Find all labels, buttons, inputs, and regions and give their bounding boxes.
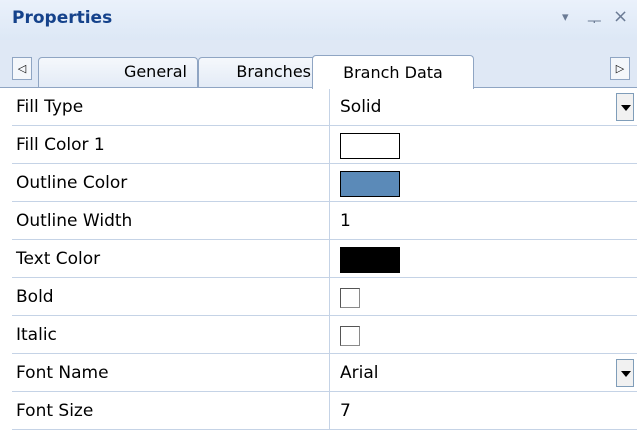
checkbox-bold[interactable]	[340, 288, 360, 308]
scroll-left-button[interactable]: ◁	[12, 57, 32, 80]
property-value-text-outline-width[interactable]: 1	[340, 202, 351, 240]
property-name-outline-color[interactable]: Outline Color	[12, 164, 330, 202]
close-icon[interactable]: ×	[613, 6, 628, 27]
property-name-bold[interactable]: Bold	[12, 278, 330, 316]
property-row-bold[interactable]: Bold	[12, 278, 637, 316]
property-name-font-size[interactable]: Font Size	[12, 392, 330, 430]
property-name-fill-color-1[interactable]: Fill Color 1	[12, 126, 330, 164]
property-value-font-name[interactable]: Arial	[330, 354, 637, 392]
chevron-down-icon[interactable]	[616, 359, 634, 387]
property-row-font-size[interactable]: Font Size 7	[12, 392, 637, 430]
property-value-outline-width[interactable]: 1	[330, 202, 637, 240]
tab-strip: ◁ General Branches Branch Data ▷	[0, 40, 637, 89]
property-value-outline-color[interactable]	[330, 164, 637, 202]
color-swatch-text-color[interactable]	[340, 247, 400, 273]
property-row-italic[interactable]: Italic	[12, 316, 637, 354]
pin-icon[interactable]: ᅮ	[587, 8, 602, 32]
property-name-italic[interactable]: Italic	[12, 316, 330, 354]
property-row-fill-color-1[interactable]: Fill Color 1	[12, 126, 637, 164]
property-name-outline-width[interactable]: Outline Width	[12, 202, 330, 240]
property-value-bold[interactable]	[330, 278, 637, 316]
tab-branch-data[interactable]: Branch Data	[312, 55, 474, 89]
property-row-font-name[interactable]: Font Name Arial	[12, 354, 637, 392]
panel-title-bar: Properties ▾ ᅮ ×	[0, 0, 637, 40]
property-name-fill-type[interactable]: Fill Type	[12, 88, 330, 126]
property-value-text-font-size[interactable]: 7	[340, 392, 351, 430]
property-name-text-color[interactable]: Text Color	[12, 240, 330, 278]
property-row-outline-color[interactable]: Outline Color	[12, 164, 637, 202]
chevron-down-icon[interactable]	[616, 93, 634, 121]
tab-general[interactable]: General	[38, 57, 198, 87]
property-value-text-font-name[interactable]: Arial	[340, 354, 378, 392]
property-value-italic[interactable]	[330, 316, 637, 354]
color-swatch-fill-color-1[interactable]	[340, 133, 400, 159]
property-value-fill-type[interactable]: Solid	[330, 88, 637, 126]
property-value-fill-color-1[interactable]	[330, 126, 637, 164]
property-value-font-size[interactable]: 7	[330, 392, 637, 430]
property-value-text-color[interactable]	[330, 240, 637, 278]
property-row-fill-type[interactable]: Fill Type Solid	[12, 88, 637, 126]
property-row-text-color[interactable]: Text Color	[12, 240, 637, 278]
checkbox-italic[interactable]	[340, 326, 360, 346]
properties-panel: Properties ▾ ᅮ × ◁ General Branches Bran…	[0, 0, 637, 434]
property-name-font-name[interactable]: Font Name	[12, 354, 330, 392]
property-row-outline-width[interactable]: Outline Width 1	[12, 202, 637, 240]
panel-title: Properties	[12, 8, 113, 28]
property-grid: Fill Type Solid Fill Color 1 Outline Color O…	[12, 88, 637, 434]
color-swatch-outline-color[interactable]	[340, 171, 400, 197]
window-position-dropdown-icon[interactable]: ▾	[562, 10, 569, 25]
tab-branches[interactable]: Branches	[198, 57, 322, 87]
scroll-right-button[interactable]: ▷	[610, 57, 630, 80]
property-value-text-fill-type[interactable]: Solid	[340, 88, 381, 126]
